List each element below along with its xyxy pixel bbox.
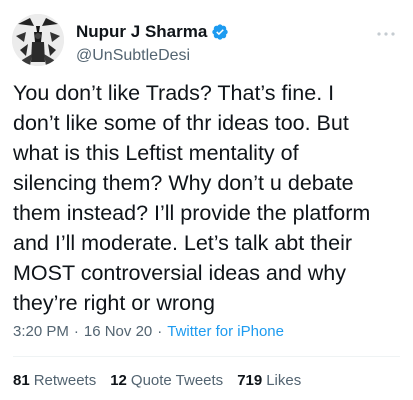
meta-separator: ·	[73, 323, 79, 340]
display-name[interactable]: Nupur J Sharma	[76, 22, 207, 42]
divider	[13, 356, 400, 357]
tweet-stats: 81 Retweets 12 Quote Tweets 719 Likes	[13, 372, 315, 389]
tweet-time[interactable]: 3:20 PM	[13, 323, 69, 340]
retweets-count: 81	[13, 372, 30, 389]
retweets-label: Retweets	[33, 372, 97, 389]
tweet-date[interactable]: 16 Nov 20	[84, 323, 152, 340]
name-row: Nupur J Sharma	[76, 22, 229, 42]
author-handle[interactable]: @UnSubtleDesi	[76, 47, 190, 65]
tweet-header: Nupur J Sharma @UnSubtleDesi	[12, 12, 401, 68]
quote-tweets-stat[interactable]: 12 Quote Tweets	[110, 372, 223, 389]
likes-stat[interactable]: 719 Likes	[237, 372, 301, 389]
meta-separator: ·	[157, 323, 163, 340]
quote-tweets-count: 12	[110, 372, 127, 389]
likes-count: 719	[237, 372, 263, 389]
avatar-image	[12, 14, 64, 66]
retweets-stat[interactable]: 81 Retweets	[13, 372, 96, 389]
more-options-icon[interactable]	[375, 26, 397, 42]
likes-label: Likes	[266, 372, 302, 389]
quote-tweets-label: Quote Tweets	[130, 372, 224, 389]
tweet-source-link[interactable]: Twitter for iPhone	[167, 323, 284, 340]
tweet-text: You don’t like Trads? That’s fine. I don…	[13, 81, 371, 315]
tweet-meta: 3:20 PM · 16 Nov 20 · Twitter for iPhone	[13, 323, 284, 340]
avatar[interactable]	[12, 14, 64, 66]
verified-badge-icon	[211, 23, 229, 41]
